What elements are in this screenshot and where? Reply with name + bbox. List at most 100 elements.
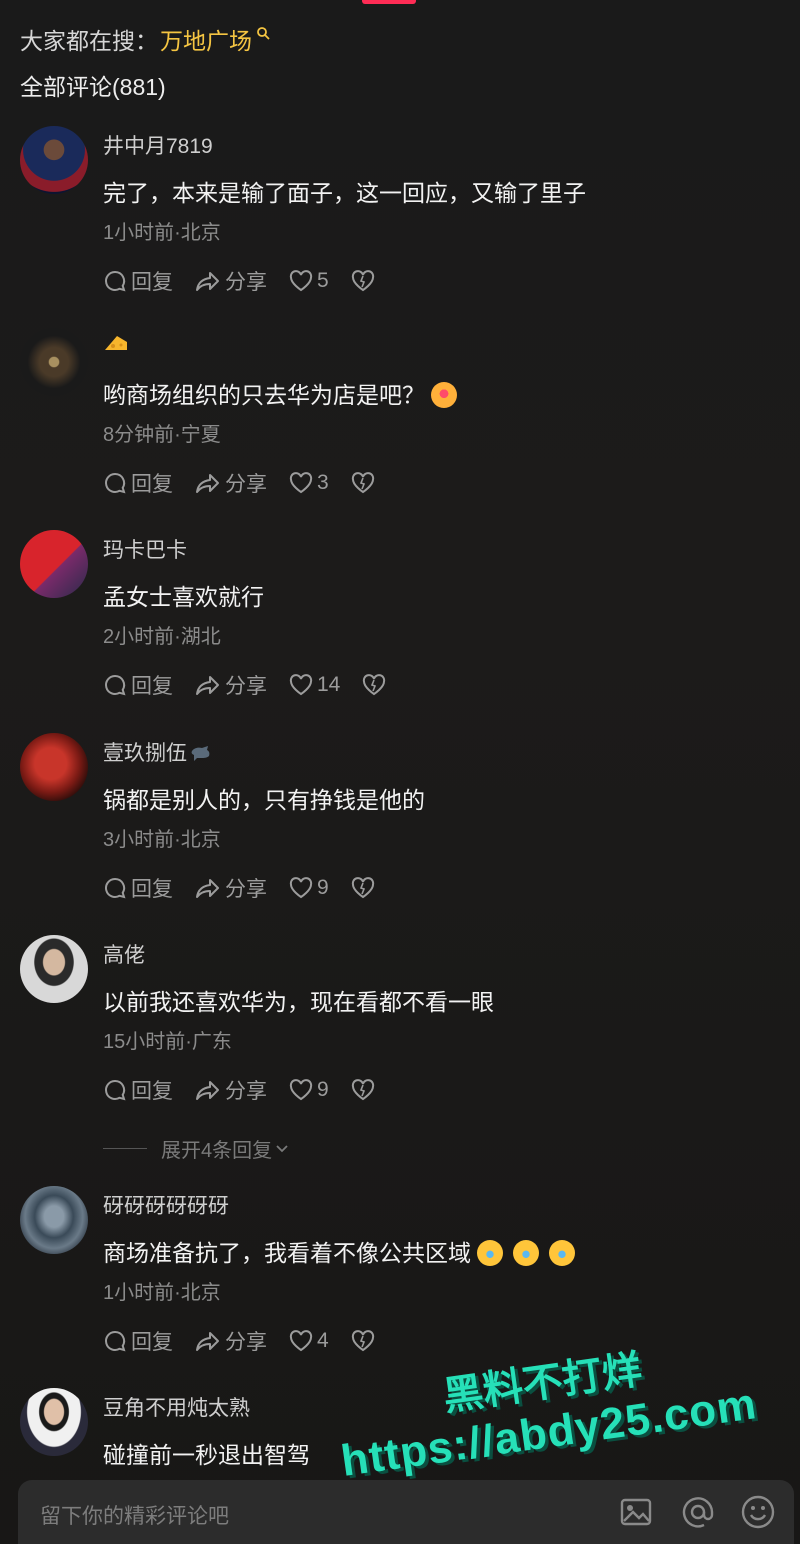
at-icon[interactable] xyxy=(680,1494,716,1530)
reply-button[interactable]: 回复 xyxy=(103,1326,173,1356)
comment-text: 商场准备抗了，我看着不像公共区域 xyxy=(103,1234,575,1268)
laughing-emoji-icon xyxy=(513,1240,539,1266)
comment-username[interactable] xyxy=(103,332,129,362)
comment-text: 哟商场组织的只去华为店是吧？ xyxy=(103,376,457,410)
avatar[interactable] xyxy=(20,1388,88,1456)
comment-meta: 1小时前·北京 xyxy=(103,1282,221,1304)
comment-username[interactable]: 壹玖捌伍 xyxy=(103,737,213,767)
heart-icon xyxy=(289,472,313,494)
comment-text: 锅都是别人的，只有挣钱是他的 xyxy=(103,787,425,813)
search-suggestion[interactable]: 大家都在搜： 万地广场 xyxy=(20,22,270,56)
comment-text: 碰撞前一秒退出智驾 xyxy=(103,1442,310,1468)
like-button[interactable]: 3 xyxy=(289,471,329,495)
comment-icon xyxy=(105,270,126,292)
share-button[interactable]: 分享 xyxy=(195,1075,267,1105)
share-button[interactable]: 分享 xyxy=(195,873,267,903)
reply-button[interactable]: 回复 xyxy=(103,1075,173,1105)
heart-icon xyxy=(289,877,313,899)
comment-actions: 回复 分享 5 xyxy=(103,266,401,296)
reply-label: 回复 xyxy=(131,271,173,294)
comment-icon xyxy=(105,472,126,494)
image-icon[interactable] xyxy=(618,1494,654,1530)
comment-input-bar: 留下你的精彩评论吧 xyxy=(18,1480,794,1544)
avatar[interactable] xyxy=(20,126,88,194)
comment-meta: 15小时前·广东 xyxy=(103,1031,232,1053)
avatar[interactable] xyxy=(20,328,88,396)
active-tab-indicator xyxy=(362,0,416,4)
like-button[interactable]: 9 xyxy=(289,1078,329,1102)
avatar[interactable] xyxy=(20,935,88,1003)
share-button[interactable]: 分享 xyxy=(195,266,267,296)
comment-meta: 3小时前·北京 xyxy=(103,829,221,851)
dislike-button[interactable] xyxy=(351,1330,379,1352)
dislike-button[interactable] xyxy=(351,472,379,494)
reply-button[interactable]: 回复 xyxy=(103,266,173,296)
comment-meta: 2小时前·湖北 xyxy=(103,626,221,648)
laughing-emoji-icon xyxy=(477,1240,503,1266)
dislike-button[interactable] xyxy=(362,674,390,696)
share-label: 分享 xyxy=(225,675,267,698)
comment-text: 孟女士喜欢就行 xyxy=(103,584,264,610)
avatar[interactable] xyxy=(20,530,88,598)
search-keyword-link[interactable]: 万地广场 xyxy=(160,22,252,56)
avatar[interactable] xyxy=(20,1186,88,1254)
share-button[interactable]: 分享 xyxy=(195,468,267,498)
dislike-icon xyxy=(351,472,374,494)
heart-icon xyxy=(289,270,313,292)
like-count: 5 xyxy=(317,269,329,292)
dislike-icon xyxy=(363,674,386,696)
share-label: 分享 xyxy=(225,1080,267,1103)
star-eyes-emoji-icon xyxy=(431,382,457,408)
comment-username[interactable]: 玛卡巴卡 xyxy=(103,534,187,564)
comment-icon xyxy=(105,877,126,899)
reply-button[interactable]: 回复 xyxy=(103,670,173,700)
comment-username[interactable]: 井中月7819 xyxy=(103,130,213,160)
comment-actions: 回复 分享 9 xyxy=(103,1075,401,1105)
chevron-down-icon xyxy=(276,1144,288,1152)
comment-username[interactable]: 砑砑砑砑砑砑 xyxy=(103,1190,229,1220)
divider-line xyxy=(103,1148,147,1149)
reply-label: 回复 xyxy=(131,1331,173,1354)
share-label: 分享 xyxy=(225,473,267,496)
reply-label: 回复 xyxy=(131,473,173,496)
avatar[interactable] xyxy=(20,733,88,801)
like-count: 14 xyxy=(317,673,341,696)
comment-meta: 8分钟前·宁夏 xyxy=(103,424,221,446)
like-button[interactable]: 14 xyxy=(289,673,340,697)
heart-icon xyxy=(289,1079,313,1101)
comment-input[interactable]: 留下你的精彩评论吧 xyxy=(40,1500,229,1530)
comment-actions: 回复 分享 14 xyxy=(103,670,412,700)
ox-icon xyxy=(191,746,210,761)
reply-button[interactable]: 回复 xyxy=(103,873,173,903)
share-button[interactable]: 分享 xyxy=(195,670,267,700)
comment-text-body: 商场准备抗了，我看着不像公共区域 xyxy=(103,1240,471,1266)
share-icon xyxy=(196,879,219,898)
share-label: 分享 xyxy=(225,1331,267,1354)
like-button[interactable]: 4 xyxy=(289,1329,329,1353)
share-icon xyxy=(196,1332,219,1351)
dislike-icon xyxy=(351,877,374,899)
comment-text: 完了，本来是输了面子，这一回应，又输了里子 xyxy=(103,180,586,206)
comment-username[interactable]: 豆角不用炖太熟 xyxy=(103,1392,250,1422)
comment-actions: 回复 分享 9 xyxy=(103,873,401,903)
comment-count-title: 全部评论(881) xyxy=(20,74,166,100)
reply-label: 回复 xyxy=(131,1080,173,1103)
comment-meta: 1小时前·北京 xyxy=(103,222,221,244)
like-button[interactable]: 5 xyxy=(289,269,329,293)
heart-icon xyxy=(289,1330,313,1352)
dislike-button[interactable] xyxy=(351,270,379,292)
like-button[interactable]: 9 xyxy=(289,876,329,900)
share-icon xyxy=(196,474,219,493)
search-prefix: 大家都在搜： xyxy=(20,28,158,54)
dislike-button[interactable] xyxy=(351,1079,379,1101)
emoji-icon[interactable] xyxy=(740,1494,776,1530)
like-count: 9 xyxy=(317,1078,329,1101)
reply-button[interactable]: 回复 xyxy=(103,468,173,498)
comment-icon xyxy=(105,1330,126,1352)
share-button[interactable]: 分享 xyxy=(195,1326,267,1356)
expand-replies-button[interactable]: 展开4条回复 xyxy=(103,1134,290,1163)
like-count: 9 xyxy=(317,876,329,899)
dislike-button[interactable] xyxy=(351,877,379,899)
comment-username[interactable]: 高佬 xyxy=(103,939,145,969)
dislike-icon xyxy=(351,1330,374,1352)
